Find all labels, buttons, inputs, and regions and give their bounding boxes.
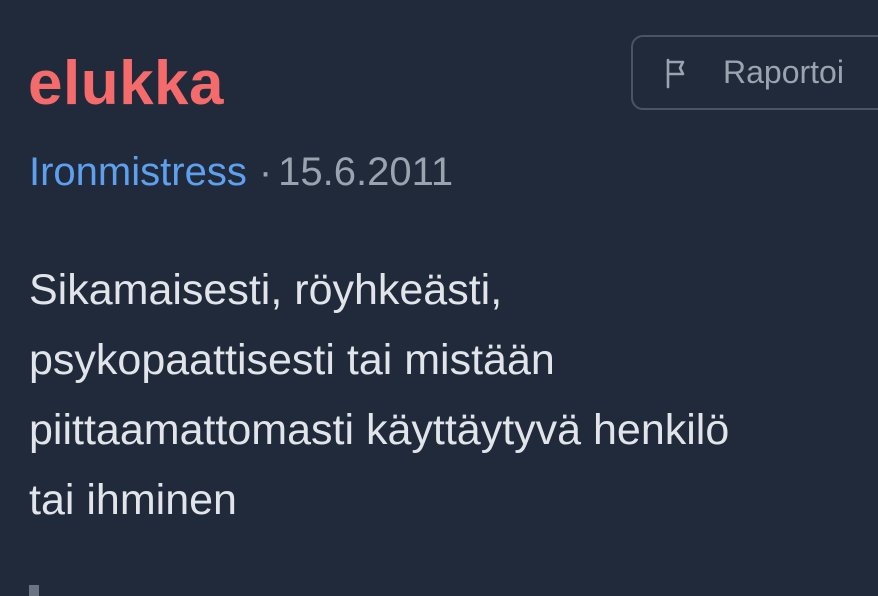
entry-definition: Sikamaisesti, röyhkeästi, psykopaattises… xyxy=(29,255,849,535)
flag-icon xyxy=(663,57,695,89)
definition-line: piittaamattomasti käyttäytyvä henkilö xyxy=(29,406,730,454)
meta-separator: · xyxy=(258,150,273,194)
entry-meta: Ironmistress · 15.6.2011 xyxy=(29,148,453,196)
example-quote-bar xyxy=(29,585,39,596)
definition-line: Sikamaisesti, röyhkeästi, xyxy=(29,266,503,314)
entry-date: 15.6.2011 xyxy=(278,150,454,194)
definition-line: psykopaattisesti tai mistään xyxy=(29,336,555,384)
definition-line: tai ihminen xyxy=(29,476,237,524)
dictionary-entry: elukka Raportoi Ironmistress · 15.6.2011 S… xyxy=(0,0,878,596)
author-link[interactable]: Ironmistress xyxy=(29,150,247,194)
entry-word: elukka xyxy=(28,49,225,118)
report-label: Raportoi xyxy=(723,54,844,90)
report-button[interactable]: Raportoi xyxy=(631,35,878,110)
